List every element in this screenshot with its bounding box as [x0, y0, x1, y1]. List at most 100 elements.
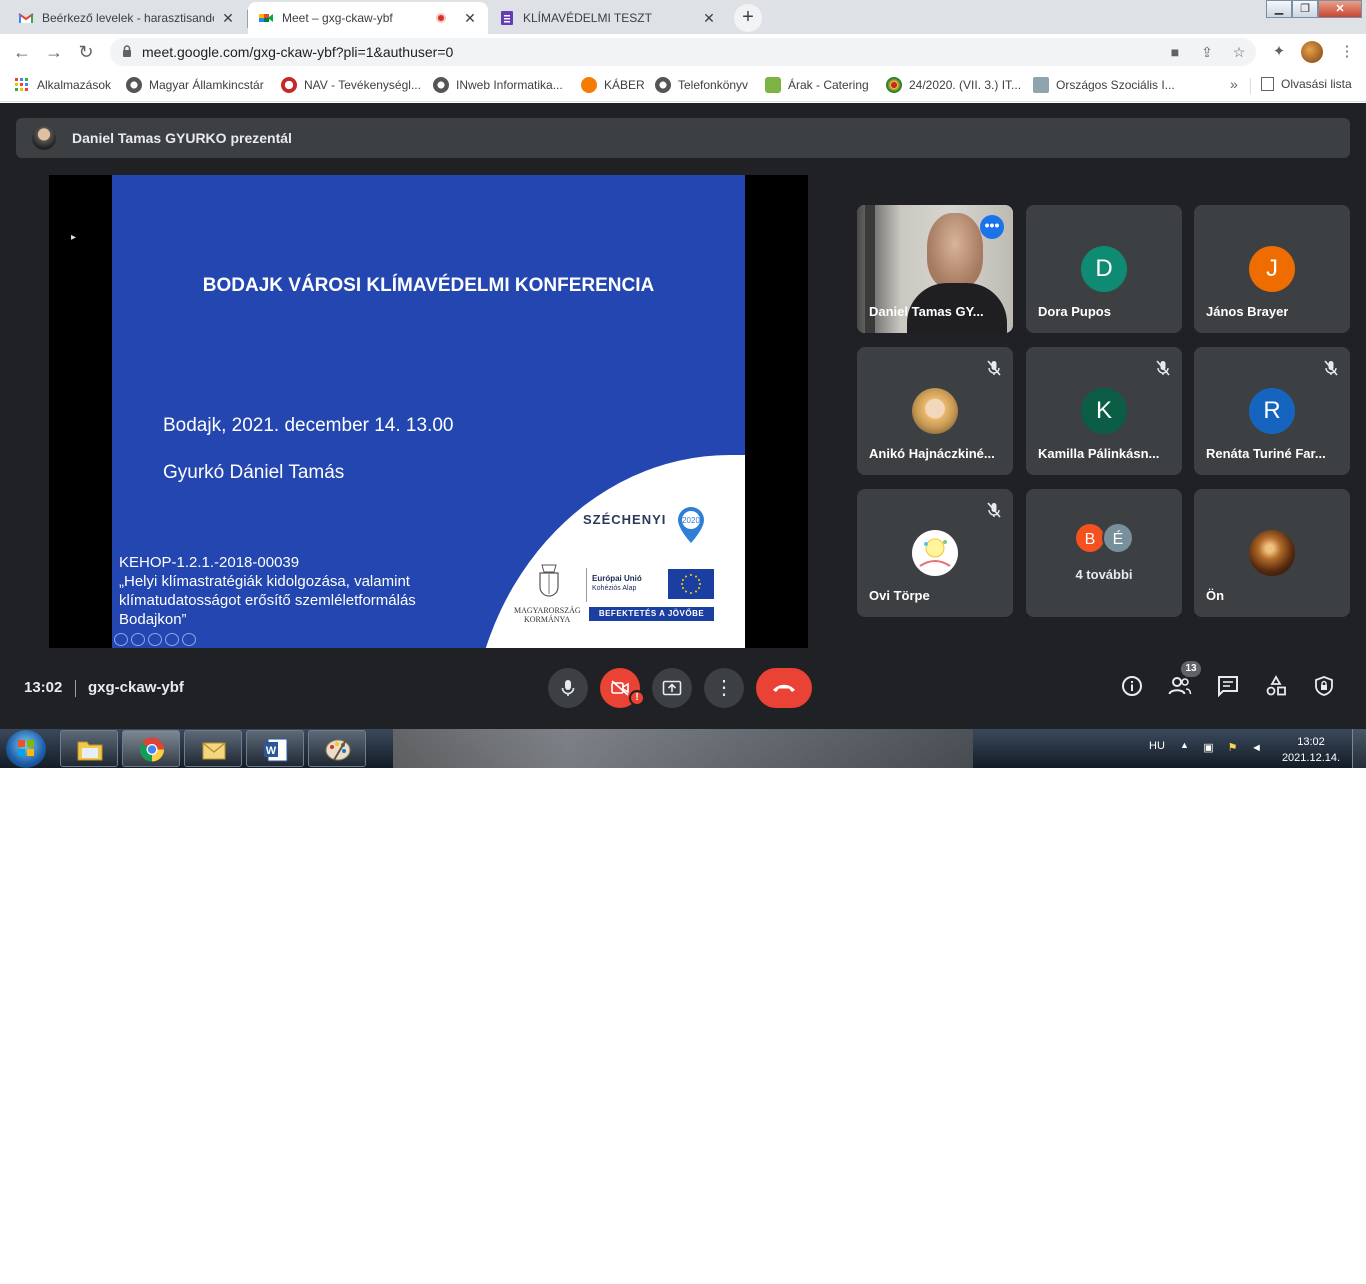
close-tab-icon[interactable]: ✕ [462, 10, 478, 26]
next-slide-icon[interactable] [182, 633, 196, 646]
window-close-icon[interactable]: ✕ [1318, 0, 1362, 18]
tab-forms[interactable]: KLÍMAVÉDELMI TESZT ✕ [489, 2, 727, 34]
close-tab-icon[interactable]: ✕ [220, 10, 236, 26]
taskbar-word[interactable]: W [246, 730, 304, 767]
info-icon [1122, 676, 1142, 696]
meet-icon [259, 14, 273, 22]
participant-name: Kamilla Pálinkásn... [1038, 446, 1160, 461]
close-tab-icon[interactable]: ✕ [701, 10, 717, 26]
extensions-puzzle-icon[interactable]: ✦ [1268, 41, 1290, 63]
forward-arrow-icon[interactable]: → [42, 40, 66, 64]
meeting-clock: 13:02 [24, 679, 63, 696]
self-tile[interactable]: Ön [1194, 489, 1350, 617]
slides-grid-icon[interactable] [148, 633, 162, 646]
participant-tile[interactable]: ••• Daniel Tamas GY... [857, 205, 1013, 333]
more-options-icon[interactable]: ••• [980, 215, 1004, 239]
participant-tile[interactable]: K Kamilla Pálinkásn... [1026, 347, 1182, 475]
eu-line-2: Kohéziós Alap [592, 585, 637, 592]
taskbar-explorer[interactable] [60, 730, 118, 767]
participant-avatar: É [1102, 522, 1134, 554]
show-desktop-button[interactable] [1352, 729, 1366, 768]
participant-tile[interactable]: R Renáta Turiné Far... [1194, 347, 1350, 475]
slide-date: Bodajk, 2021. december 14. 13.00 [163, 415, 454, 436]
participant-tile[interactable]: Ovi Törpe [857, 489, 1013, 617]
bookmark-apps[interactable]: Alkalmazások [14, 77, 111, 93]
taskbar-paint[interactable] [308, 730, 366, 767]
shield-lock-icon [1315, 676, 1333, 696]
address-bar[interactable]: meet.google.com/gxg-ckaw-ybf?pli=1&authu… [110, 38, 1256, 66]
bookmark-item[interactable]: KÁBER [581, 77, 645, 93]
more-options-button[interactable]: ⋮ [704, 668, 744, 708]
bookmark-item[interactable]: Telefonkönyv [655, 77, 748, 93]
zoom-icon[interactable] [165, 633, 179, 646]
start-button[interactable] [6, 730, 46, 768]
slide-author: Gyurkó Dániel Tamás [163, 462, 345, 483]
presentation-view[interactable]: ▸ BODAJK VÁROSI KLÍMAVÉDELMI KONFERENCIA… [49, 175, 808, 648]
more-bookmarks-icon[interactable]: » [1230, 76, 1238, 92]
pen-icon[interactable] [131, 633, 145, 646]
leave-call-button[interactable] [756, 668, 812, 708]
mic-off-icon [987, 360, 1001, 376]
tab-meet[interactable]: Meet – gxg-ckaw-ybf ✕ [248, 2, 488, 34]
system-clock[interactable]: 13:02 2021.12.14. [1280, 734, 1342, 766]
mic-off-icon [987, 502, 1001, 518]
restore-icon[interactable]: ❐ [1292, 0, 1318, 18]
bookmark-star-icon[interactable]: ☆ [1230, 43, 1248, 61]
action-center-flag-icon[interactable]: ⚑ [1225, 741, 1240, 756]
bookmark-label: Alkalmazások [37, 78, 112, 92]
bookmark-item[interactable]: Árak - Catering [765, 77, 869, 93]
more-vertical-icon: ⋮ [714, 677, 734, 699]
reload-icon[interactable]: ↻ [74, 40, 98, 64]
participants-button[interactable] [1167, 675, 1193, 701]
windows-taskbar: W HU ▲ ▣ ⚑ ◄ 13:02 2021.12.14. [0, 729, 1366, 768]
tab-title: KLÍMAVÉDELMI TESZT [523, 11, 652, 25]
chat-button[interactable] [1215, 675, 1241, 701]
camera-in-use-icon[interactable]: ■ [1166, 43, 1184, 61]
bookmark-label: Magyar Államkincstár [149, 78, 264, 92]
activities-button[interactable] [1263, 675, 1289, 701]
volume-muted-icon[interactable]: ◄ [1249, 741, 1264, 756]
mouse-cursor-icon: ▸ [71, 232, 77, 243]
participant-tile[interactable]: D Dora Pupos [1026, 205, 1182, 333]
host-controls-button[interactable] [1311, 675, 1337, 701]
reading-list-button[interactable]: Olvasási lista [1261, 77, 1352, 91]
eu-flag-icon [668, 569, 714, 599]
participant-tile[interactable]: Anikó Hajnáczkiné... [857, 347, 1013, 475]
meeting-details-button[interactable] [1119, 675, 1145, 701]
browser-menu-icon[interactable]: ⋮ [1336, 41, 1358, 63]
taskbar-chrome[interactable] [122, 730, 180, 767]
share-icon[interactable]: ⇪ [1198, 43, 1216, 61]
taskbar-outlook[interactable] [184, 730, 242, 767]
participant-tile[interactable]: J János Brayer [1194, 205, 1350, 333]
tray-expand-icon[interactable]: ▲ [1180, 740, 1189, 750]
bookmark-item[interactable]: NAV - Tevékenységl... [281, 77, 421, 93]
recording-indicator-icon [436, 13, 446, 23]
apps-grid-icon [15, 78, 28, 91]
govt-line-2: KORMÁNYA [524, 615, 571, 624]
profile-avatar[interactable] [1301, 41, 1323, 63]
presenter-banner-text: Daniel Tamas GYURKO prezentál [72, 130, 292, 146]
new-tab-button[interactable]: + [734, 4, 762, 32]
minimize-icon[interactable]: ▁ [1266, 0, 1292, 18]
mic-off-icon [1156, 360, 1170, 376]
participant-name: Daniel Tamas GY... [869, 304, 984, 319]
microphone-button[interactable] [548, 668, 588, 708]
site-icon [1033, 77, 1049, 93]
tab-gmail[interactable]: Beérkező levelek - harasztisando ✕ [8, 2, 246, 34]
present-screen-button[interactable] [652, 668, 692, 708]
meeting-code: gxg-ckaw-ybf [88, 679, 184, 696]
prev-slide-icon[interactable] [114, 633, 128, 646]
bookmark-item[interactable]: Magyar Államkincstár [126, 77, 264, 93]
more-participants-tile[interactable]: B É 4 további [1026, 489, 1182, 617]
bookmark-item[interactable]: INweb Informatika... [433, 77, 563, 93]
network-icon[interactable]: ▣ [1201, 741, 1216, 756]
back-arrow-icon[interactable]: ← [10, 40, 34, 64]
keyboard-language[interactable]: HU [1149, 740, 1165, 752]
bookmark-item[interactable]: Országos Szociális I... [1033, 77, 1175, 93]
presenter-banner: Daniel Tamas GYURKO prezentál [16, 118, 1350, 158]
participant-avatar: K [1081, 388, 1127, 434]
svg-text:W: W [266, 745, 277, 757]
slide-nav-controls[interactable] [114, 633, 196, 646]
bookmark-item[interactable]: 24/2020. (VII. 3.) IT... [886, 77, 1021, 93]
mic-off-icon [1324, 360, 1338, 376]
